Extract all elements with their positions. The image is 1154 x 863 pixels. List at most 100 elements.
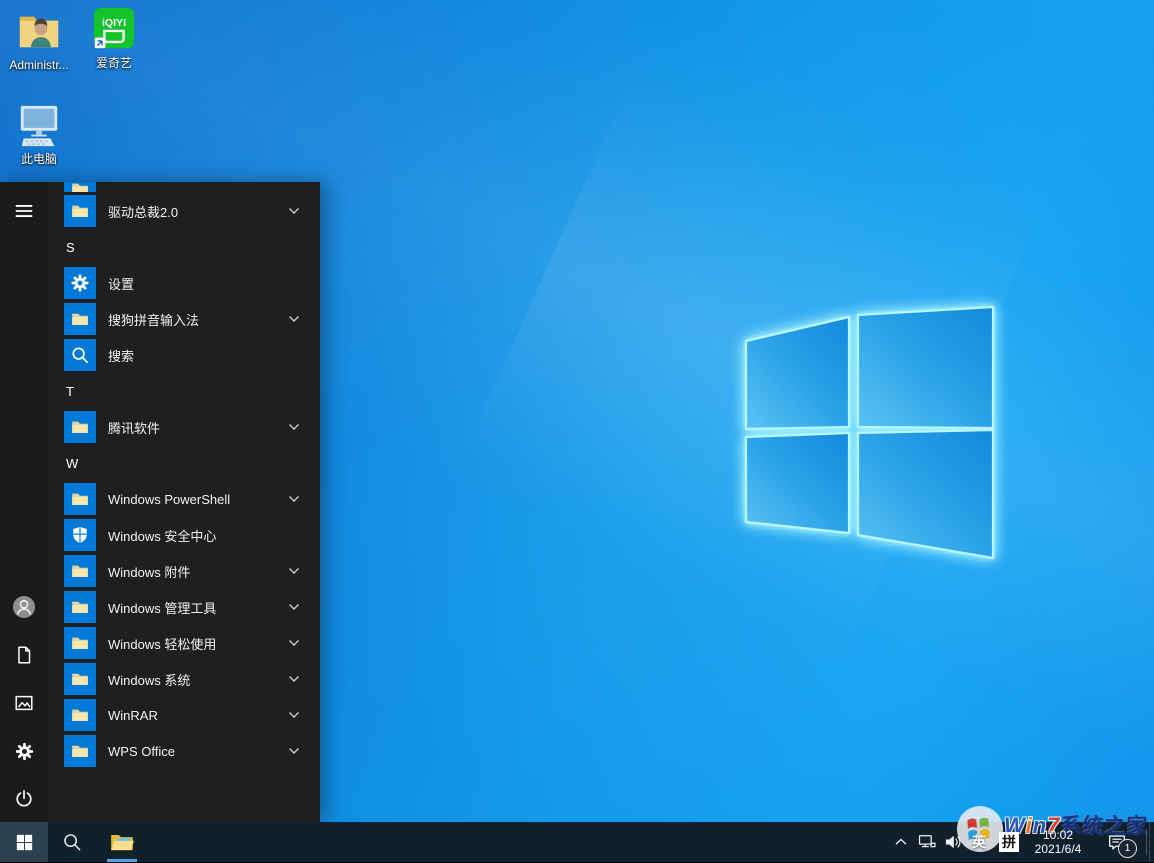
start-menu-item-label: Windows 附件	[108, 562, 190, 581]
taskbar: Win7系统之家	[0, 822, 1154, 862]
file-explorer-icon	[109, 829, 135, 855]
folder-icon	[64, 411, 96, 443]
folder-icon	[64, 195, 96, 227]
chevron-down-icon[interactable]	[288, 675, 300, 683]
svg-text:iQIYI: iQIYI	[102, 17, 126, 29]
partially-visible-app-tile[interactable]	[64, 182, 96, 192]
start-menu-item-label: WinRAR	[108, 708, 158, 723]
start-menu-item[interactable]: 腾讯软件	[48, 409, 320, 445]
folder-icon	[64, 303, 96, 335]
app-group-header-label: S	[66, 240, 75, 255]
tray-clock[interactable]: 10:02 2021/6/4	[1026, 822, 1090, 862]
folder-icon	[64, 699, 96, 731]
this-pc-icon	[2, 100, 76, 150]
network-ethernet-icon	[917, 832, 937, 852]
chevron-down-icon[interactable]	[288, 711, 300, 719]
chevron-up-icon	[891, 832, 911, 852]
folder-user-icon	[2, 6, 76, 56]
app-group-header[interactable]: W	[48, 445, 320, 481]
chevron-down-icon[interactable]	[288, 207, 300, 215]
folder-icon	[64, 591, 96, 623]
ime-mode-label: 拼	[999, 832, 1019, 852]
chevron-down-icon[interactable]	[288, 639, 300, 647]
start-menu-app-list: 驱动总裁2.0 S 设置搜狗拼音输入法搜索 T 腾讯软件 W Windows PowerSh…	[48, 182, 320, 822]
chevron-down-icon[interactable]	[288, 495, 300, 503]
desktop-icon-administrator[interactable]: Administr...	[2, 6, 76, 72]
gear-icon	[64, 267, 96, 299]
action-center-button[interactable]: 1	[1090, 822, 1144, 862]
start-menu-item-label: 腾讯软件	[108, 418, 160, 437]
start-menu-item-label: Windows 系统	[108, 670, 190, 689]
iqiyi-icon: iQIYI	[77, 4, 151, 54]
start-menu-item[interactable]: Windows PowerShell	[48, 481, 320, 517]
desktop-root: Administr... iQIYI 爱奇艺此电脑 驱动总裁2.0 S 设置搜狗拼音输入…	[0, 0, 1154, 862]
user-icon	[12, 595, 36, 619]
app-group-header[interactable]: S	[48, 229, 320, 265]
tray-language-indicator[interactable]: 英	[966, 822, 992, 862]
clock-date: 2021/6/4	[1035, 842, 1082, 856]
tray-ime-mode-indicator[interactable]: 拼	[992, 822, 1026, 862]
folder-icon	[64, 555, 96, 587]
start-menu-item-label: Windows 安全中心	[108, 526, 216, 545]
start-menu-item[interactable]: Windows 管理工具	[48, 589, 320, 625]
desktop-icon-label: Administr...	[2, 58, 76, 72]
start-menu-rail	[0, 182, 48, 822]
pictures-icon	[13, 692, 35, 714]
chevron-down-icon[interactable]	[288, 423, 300, 431]
desktop-icon-label: 爱奇艺	[77, 56, 151, 70]
start-menu-item[interactable]: WinRAR	[48, 697, 320, 733]
chevron-down-icon[interactable]	[288, 315, 300, 323]
start-menu-item[interactable]: Windows 系统	[48, 661, 320, 697]
start-button[interactable]	[0, 822, 48, 862]
start-menu-item-label: Windows PowerShell	[108, 492, 230, 507]
system-tray: 英 拼 10:02 2021/6/4 1	[888, 822, 1154, 862]
rail-power-button[interactable]	[0, 775, 48, 823]
start-menu-item-label: Windows 管理工具	[108, 598, 216, 617]
start-menu-item[interactable]: 设置	[48, 265, 320, 301]
app-group-header[interactable]: T	[48, 373, 320, 409]
rail-pictures-button[interactable]	[0, 679, 48, 727]
chevron-down-icon[interactable]	[288, 567, 300, 575]
taskbar-file-explorer-button[interactable]	[98, 822, 146, 862]
start-menu-item-label: 搜索	[108, 346, 134, 365]
chevron-down-icon[interactable]	[288, 603, 300, 611]
folder-icon	[64, 483, 96, 515]
start-menu-item[interactable]: Windows 轻松使用	[48, 625, 320, 661]
tray-network-button[interactable]	[914, 822, 940, 862]
power-icon	[13, 788, 35, 810]
start-menu-item-label: Windows 轻松使用	[108, 634, 216, 653]
gear-icon	[14, 741, 35, 762]
start-menu-item[interactable]: Windows 安全中心	[48, 517, 320, 553]
windows-start-icon	[16, 834, 33, 851]
rail-settings-button[interactable]	[0, 727, 48, 775]
rail-hamburger-button[interactable]	[0, 187, 48, 235]
taskbar-search-button[interactable]	[48, 822, 96, 862]
desktop-icon-this-pc[interactable]: 此电脑	[2, 100, 76, 166]
folder-icon	[64, 735, 96, 767]
hamburger-icon	[13, 200, 35, 222]
search-icon	[61, 831, 83, 853]
tray-show-hidden-icons-button[interactable]	[888, 822, 914, 862]
app-group-header-label: T	[66, 384, 74, 399]
folder-icon	[64, 627, 96, 659]
start-menu-item[interactable]: 驱动总裁2.0	[48, 193, 320, 229]
start-menu-item[interactable]: 搜狗拼音输入法	[48, 301, 320, 337]
clock-time: 10:02	[1043, 828, 1073, 842]
rail-documents-button[interactable]	[0, 631, 48, 679]
start-menu-item[interactable]: Windows 附件	[48, 553, 320, 589]
windows-logo-wallpaper	[738, 300, 1000, 566]
start-menu-item-label: 搜狗拼音输入法	[108, 310, 199, 329]
notification-count-badge: 1	[1118, 839, 1137, 858]
show-desktop-button[interactable]	[1149, 822, 1154, 862]
folder-icon	[64, 663, 96, 695]
document-icon	[13, 644, 35, 666]
rail-user-button[interactable]	[0, 583, 48, 631]
chevron-down-icon[interactable]	[288, 747, 300, 755]
start-menu-item[interactable]: WPS Office	[48, 733, 320, 769]
start-menu-item[interactable]: 搜索	[48, 337, 320, 373]
shield-icon	[64, 519, 96, 551]
desktop-icon-iqiyi[interactable]: iQIYI 爱奇艺	[77, 4, 151, 70]
tray-volume-button[interactable]	[940, 822, 966, 862]
start-menu-item-label: 驱动总裁2.0	[108, 202, 178, 221]
start-menu: 驱动总裁2.0 S 设置搜狗拼音输入法搜索 T 腾讯软件 W Windows PowerSh…	[0, 182, 320, 822]
